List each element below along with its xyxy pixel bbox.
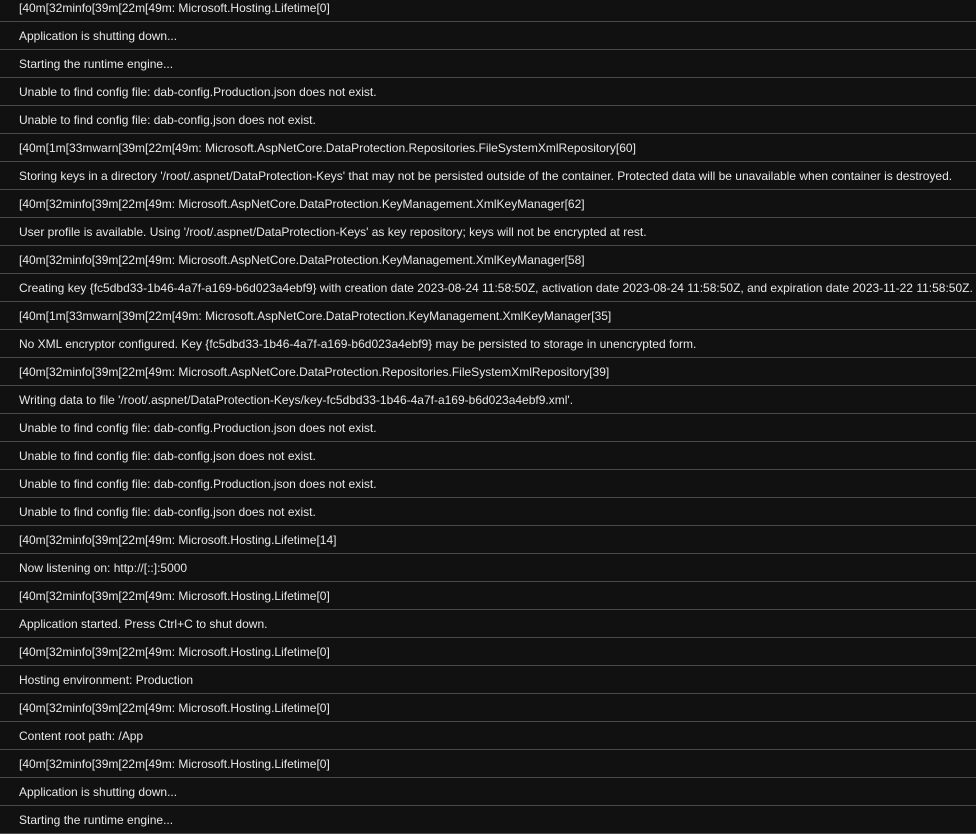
log-line: [40m[32minfo[39m[22m[49m: Microsoft.Host… xyxy=(0,750,976,778)
log-line: [40m[32minfo[39m[22m[49m: Microsoft.Host… xyxy=(0,582,976,610)
log-line: Unable to find config file: dab-config.j… xyxy=(0,442,976,470)
log-line: [40m[32minfo[39m[22m[49m: Microsoft.AspN… xyxy=(0,190,976,218)
log-line: No XML encryptor configured. Key {fc5dbd… xyxy=(0,330,976,358)
log-line: Now listening on: http://[::]:5000 xyxy=(0,554,976,582)
log-line: Unable to find config file: dab-config.j… xyxy=(0,498,976,526)
log-line: Unable to find config file: dab-config.P… xyxy=(0,78,976,106)
log-line: [40m[1m[33mwarn[39m[22m[49m: Microsoft.A… xyxy=(0,302,976,330)
log-line: Unable to find config file: dab-config.P… xyxy=(0,470,976,498)
log-line: User profile is available. Using '/root/… xyxy=(0,218,976,246)
log-line: Writing data to file '/root/.aspnet/Data… xyxy=(0,386,976,414)
log-line: Creating key {fc5dbd33-1b46-4a7f-a169-b6… xyxy=(0,274,976,302)
log-line: [40m[32minfo[39m[22m[49m: Microsoft.AspN… xyxy=(0,358,976,386)
log-line: Starting the runtime engine... xyxy=(0,806,976,834)
log-line: [40m[32minfo[39m[22m[49m: Microsoft.Host… xyxy=(0,638,976,666)
log-line: [40m[32minfo[39m[22m[49m: Microsoft.Host… xyxy=(0,526,976,554)
log-line: Content root path: /App xyxy=(0,722,976,750)
log-line: [40m[32minfo[39m[22m[49m: Microsoft.Host… xyxy=(0,694,976,722)
log-line: Application is shutting down... xyxy=(0,22,976,50)
log-line: [40m[32minfo[39m[22m[49m: Microsoft.Host… xyxy=(0,0,976,22)
log-line: [40m[32minfo[39m[22m[49m: Microsoft.AspN… xyxy=(0,246,976,274)
log-line: Hosting environment: Production xyxy=(0,666,976,694)
log-line: Unable to find config file: dab-config.j… xyxy=(0,106,976,134)
log-line: Application started. Press Ctrl+C to shu… xyxy=(0,610,976,638)
log-line: Storing keys in a directory '/root/.aspn… xyxy=(0,162,976,190)
log-line: Starting the runtime engine... xyxy=(0,50,976,78)
log-stream-list: [40m[32minfo[39m[22m[49m: Microsoft.Host… xyxy=(0,0,976,834)
log-line: [40m[1m[33mwarn[39m[22m[49m: Microsoft.A… xyxy=(0,134,976,162)
log-line: Unable to find config file: dab-config.P… xyxy=(0,414,976,442)
log-line: Application is shutting down... xyxy=(0,778,976,806)
